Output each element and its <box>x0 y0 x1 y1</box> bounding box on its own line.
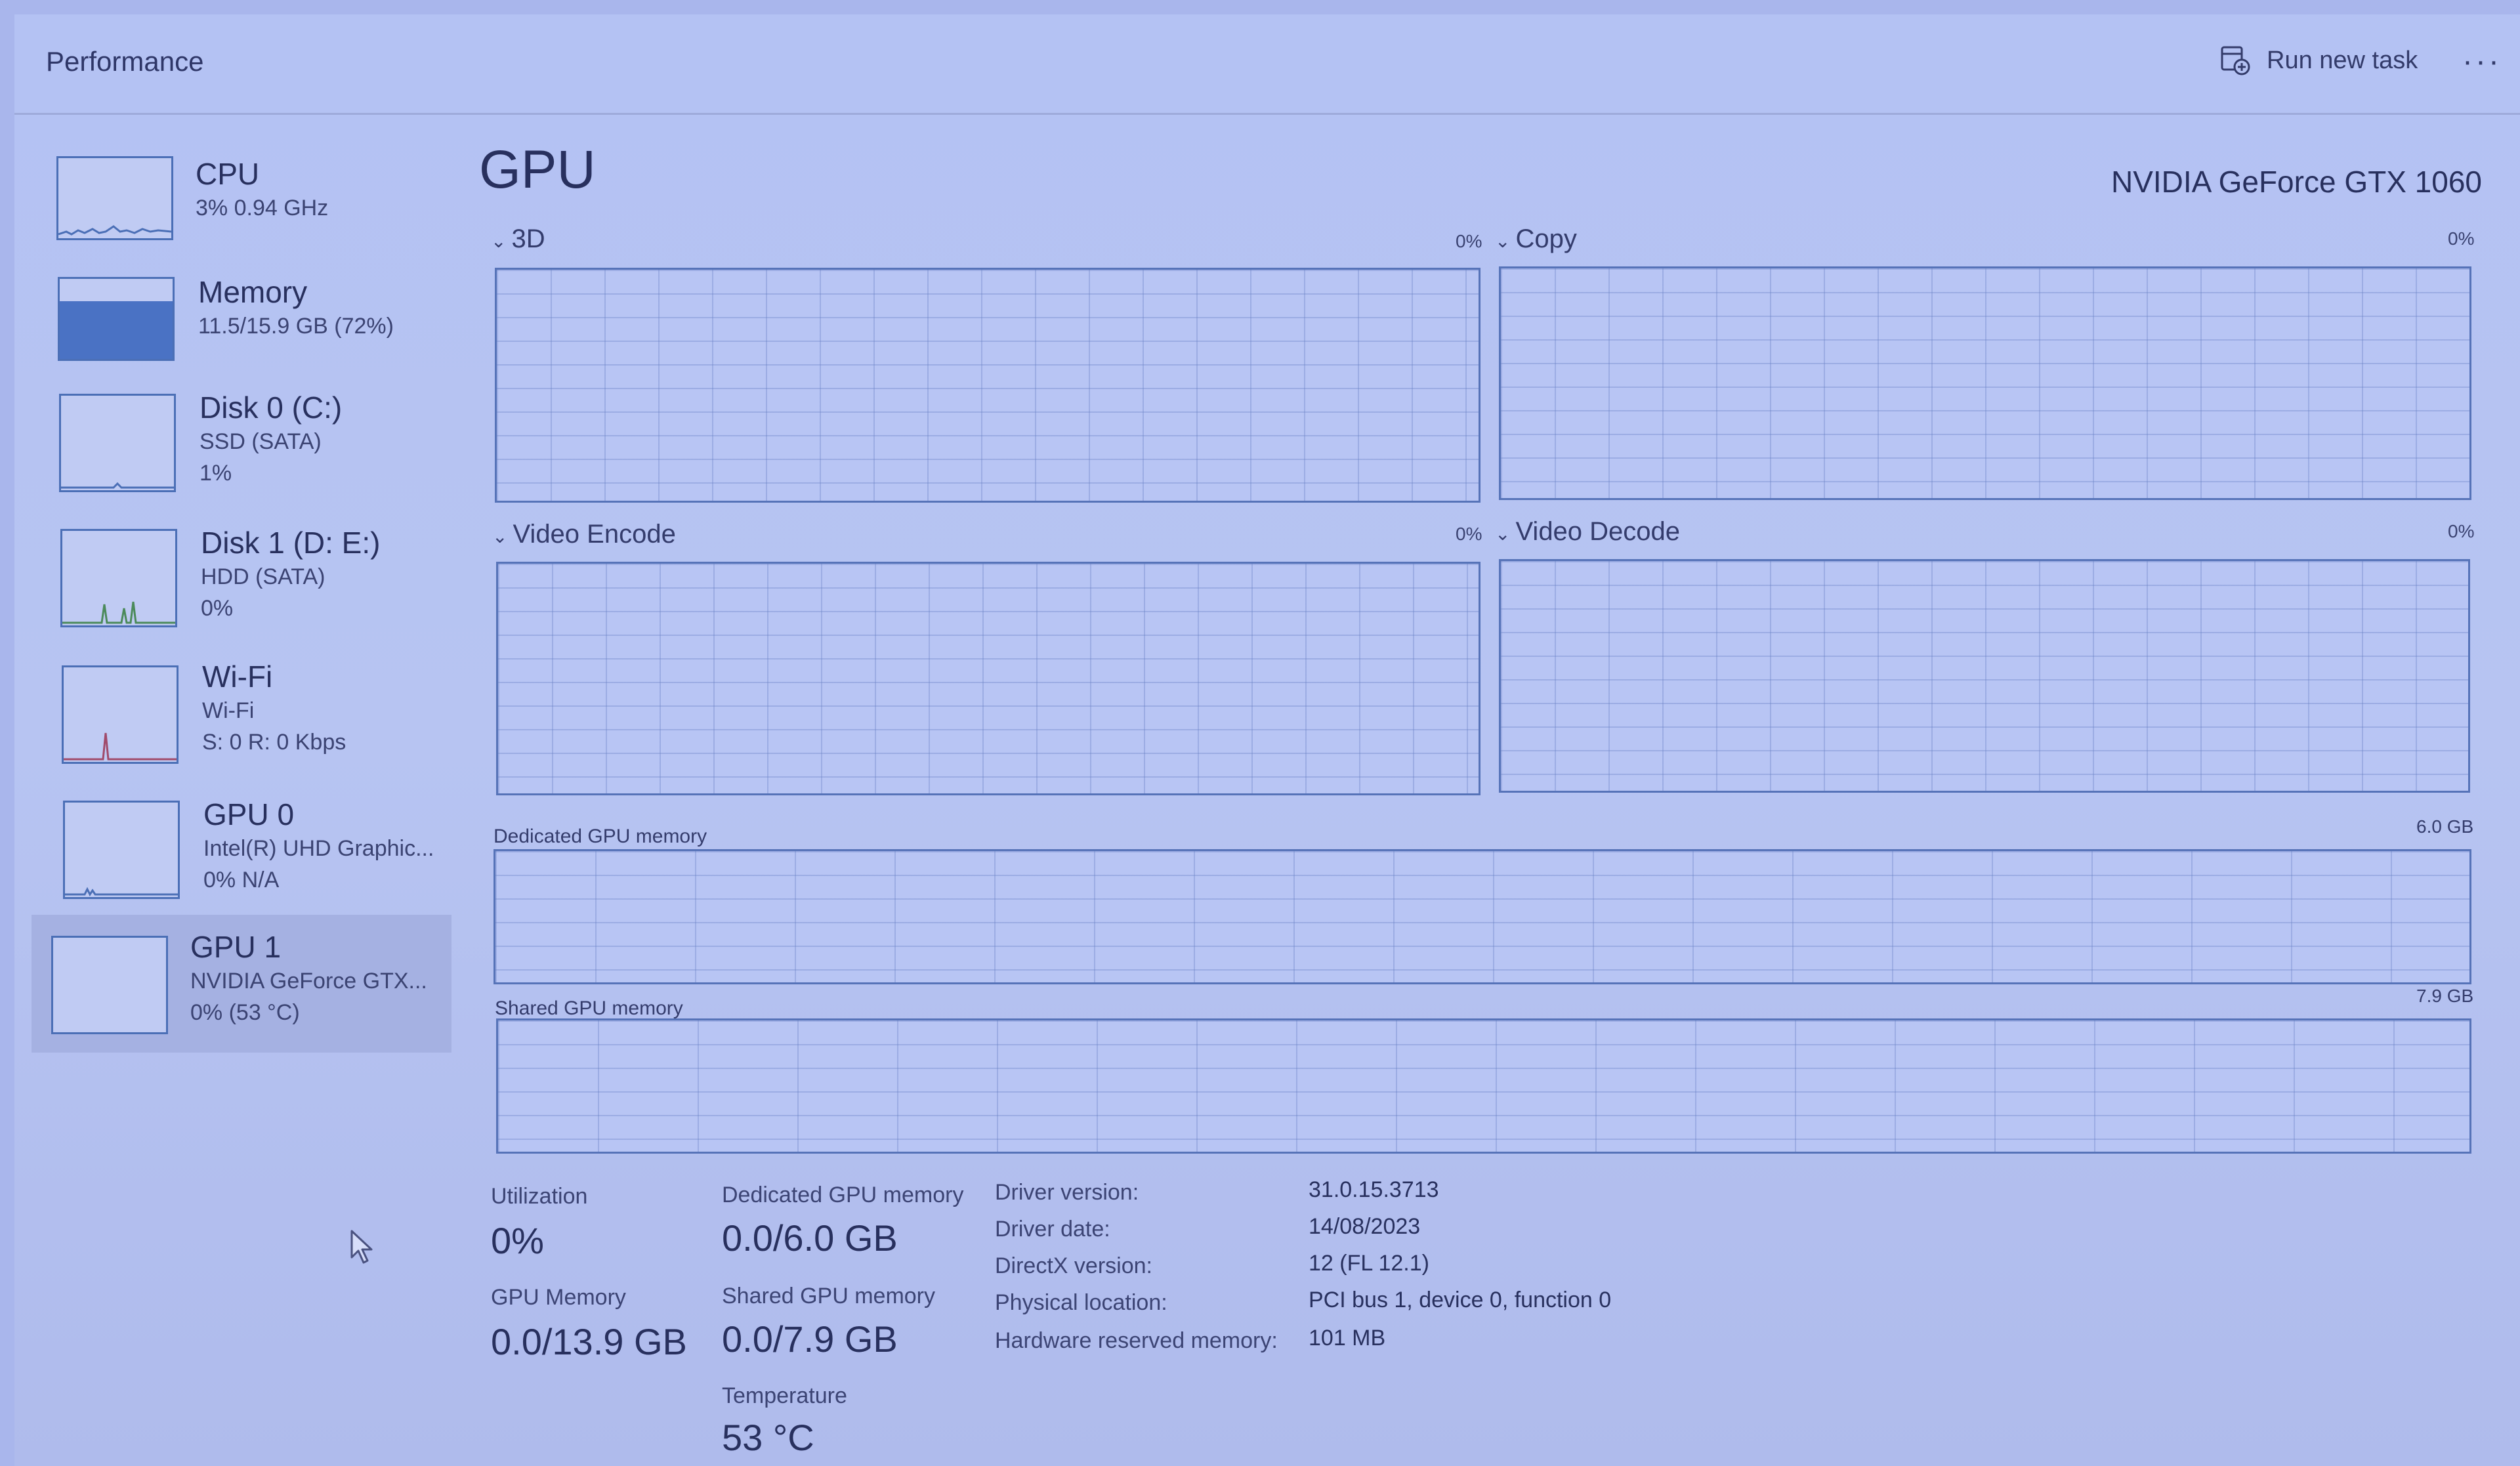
sidebar-item-memory[interactable]: Memory 11.5/15.9 GB (72%) <box>28 257 448 388</box>
sidebar-item-wifi-name: Wi-Fi <box>202 660 273 694</box>
sidebar-item-disk-1[interactable]: Disk 1 (D: E:) HDD (SATA) 0% <box>28 511 448 642</box>
engine-video-encode-label: Video Encode <box>513 520 676 549</box>
sidebar-item-disk-1-name: Disk 1 (D: E:) <box>201 526 381 560</box>
memory-usage-fill <box>60 301 173 359</box>
sidebar-item-cpu-detail: 3% 0.94 GHz <box>196 196 329 220</box>
gpu-model-name: NVIDIA GeForce GTX 1060 <box>2110 165 2482 199</box>
chevron-down-icon: ⌄ <box>492 526 508 547</box>
sidebar-item-gpu-1[interactable]: GPU 1 NVIDIA GeForce GTX... 0% (53 °C) <box>32 915 452 1053</box>
hardware-reserved-memory-label: Hardware reserved memory: <box>995 1328 1278 1353</box>
sidebar-item-disk-1-usage: 0% <box>201 596 234 621</box>
disk-1-thumbnail <box>60 529 177 627</box>
temperature-label: Temperature <box>722 1383 847 1408</box>
engine-3d-label: 3D <box>511 224 545 253</box>
shared-memory-graph-max: 7.9 GB <box>2416 986 2474 1006</box>
cpu-thumbnail <box>56 156 173 240</box>
engine-video-encode-selector[interactable]: ⌄ Video Encode <box>492 520 676 549</box>
sidebar-item-memory-detail: 11.5/15.9 GB (72%) <box>198 314 394 339</box>
physical-location-label: Physical location: <box>995 1290 1167 1315</box>
dedicated-memory-graph-label: Dedicated GPU memory <box>494 826 707 847</box>
driver-version-value: 31.0.15.3713 <box>1309 1177 1439 1202</box>
gpu-0-thumbnail <box>63 801 180 899</box>
engine-3d-selector[interactable]: ⌄ 3D <box>491 224 545 254</box>
engine-video-decode-label: Video Decode <box>1515 517 1681 546</box>
engine-3d-percent: 0% <box>1456 231 1482 251</box>
directx-version-value: 12 (FL 12.1) <box>1309 1251 1429 1276</box>
sidebar-item-gpu-1-usage: 0% (53 °C) <box>190 1000 300 1025</box>
disk-0-thumbnail <box>59 394 176 492</box>
run-new-task-button[interactable]: Run new task <box>2219 45 2418 76</box>
chevron-down-icon: ⌄ <box>491 231 507 251</box>
sidebar-item-disk-0-name: Disk 0 (C:) <box>200 390 343 425</box>
sidebar-item-gpu-0[interactable]: GPU 0 Intel(R) UHD Graphic... 0% N/A <box>28 781 448 912</box>
sidebar-item-memory-name: Memory <box>198 275 308 309</box>
engine-video-decode-percent: 0% <box>2448 521 2475 541</box>
chevron-down-icon: ⌄ <box>1495 524 1511 544</box>
engine-copy-label: Copy <box>1515 224 1577 253</box>
sidebar-item-gpu-0-usage: 0% N/A <box>203 868 280 892</box>
sidebar-item-disk-0[interactable]: Disk 0 (C:) SSD (SATA) 1% <box>28 375 448 507</box>
disk-1-mini-graph <box>62 601 175 624</box>
sidebar-item-gpu-1-name: GPU 1 <box>190 930 282 964</box>
engine-copy-percent: 0% <box>2448 228 2475 249</box>
driver-date-value: 14/08/2023 <box>1309 1214 1421 1239</box>
engine-copy-graph <box>1499 266 2471 500</box>
shared-memory-graph-label: Shared GPU memory <box>495 997 683 1019</box>
more-options-button[interactable]: ··· <box>2462 43 2502 79</box>
mouse-pointer-icon <box>350 1230 373 1264</box>
gpu-heading: GPU <box>479 140 596 199</box>
gpu-0-mini-graph <box>65 887 178 896</box>
sidebar-item-wifi-adapter: Wi-Fi <box>202 698 255 723</box>
sidebar-item-wifi[interactable]: Wi-Fi Wi-Fi S: 0 R: 0 Kbps <box>28 646 448 777</box>
sidebar-item-disk-1-type: HDD (SATA) <box>201 564 326 589</box>
sidebar-item-gpu-0-model: Intel(R) UHD Graphic... <box>203 836 434 861</box>
engine-video-encode-graph <box>496 562 1480 795</box>
dedicated-memory-graph-max: 6.0 GB <box>2416 816 2474 837</box>
engine-video-encode-percent: 0% <box>1456 524 1482 544</box>
task-manager-window: Performance Run new task ··· CPU 3% 0.94… <box>14 14 2520 1466</box>
engine-video-decode-graph <box>1499 559 2470 793</box>
disk-0-mini-graph <box>61 482 174 489</box>
wifi-mini-graph <box>64 732 177 761</box>
cpu-mini-graph <box>58 225 171 236</box>
shared-memory-value: 0.0/7.9 GB <box>722 1318 898 1360</box>
gpu-memory-label: GPU Memory <box>491 1285 626 1310</box>
sidebar-item-gpu-1-model: NVIDIA GeForce GTX... <box>190 969 427 994</box>
gpu-1-thumbnail <box>51 936 168 1034</box>
title-bar: Performance Run new task ··· <box>14 14 2520 115</box>
page-title: Performance <box>46 46 204 77</box>
sidebar-item-disk-0-usage: 1% <box>200 461 232 486</box>
sidebar-item-disk-0-type: SSD (SATA) <box>200 429 322 454</box>
memory-thumbnail <box>58 277 175 361</box>
sidebar-item-wifi-throughput: S: 0 R: 0 Kbps <box>202 730 346 755</box>
utilization-value: 0% <box>491 1220 544 1261</box>
directx-version-label: DirectX version: <box>995 1253 1152 1278</box>
driver-version-label: Driver version: <box>995 1180 1139 1205</box>
utilization-label: Utilization <box>491 1184 588 1209</box>
engine-video-decode-selector[interactable]: ⌄ Video Decode <box>1495 517 1680 547</box>
engine-copy-selector[interactable]: ⌄ Copy <box>1495 224 1577 254</box>
dedicated-memory-graph <box>494 849 2471 984</box>
dedicated-memory-label: Dedicated GPU memory <box>722 1183 964 1207</box>
shared-memory-graph <box>496 1018 2471 1154</box>
hardware-reserved-memory-value: 101 MB <box>1309 1326 1386 1351</box>
gpu-memory-value: 0.0/13.9 GB <box>491 1321 687 1362</box>
shared-memory-label: Shared GPU memory <box>722 1284 935 1309</box>
temperature-value: 53 °C <box>722 1417 814 1458</box>
dedicated-memory-value: 0.0/6.0 GB <box>722 1217 898 1259</box>
physical-location-value: PCI bus 1, device 0, function 0 <box>1309 1288 1612 1312</box>
sidebar-item-gpu-0-name: GPU 0 <box>203 797 295 831</box>
wifi-thumbnail <box>62 665 178 764</box>
sidebar-item-cpu[interactable]: CPU 3% 0.94 GHz <box>28 126 448 257</box>
engine-3d-graph <box>495 268 1480 503</box>
chevron-down-icon: ⌄ <box>1495 231 1511 251</box>
run-new-task-label: Run new task <box>2267 46 2418 74</box>
sidebar-item-cpu-name: CPU <box>196 157 260 191</box>
run-task-icon <box>2221 46 2250 75</box>
driver-date-label: Driver date: <box>995 1217 1110 1242</box>
